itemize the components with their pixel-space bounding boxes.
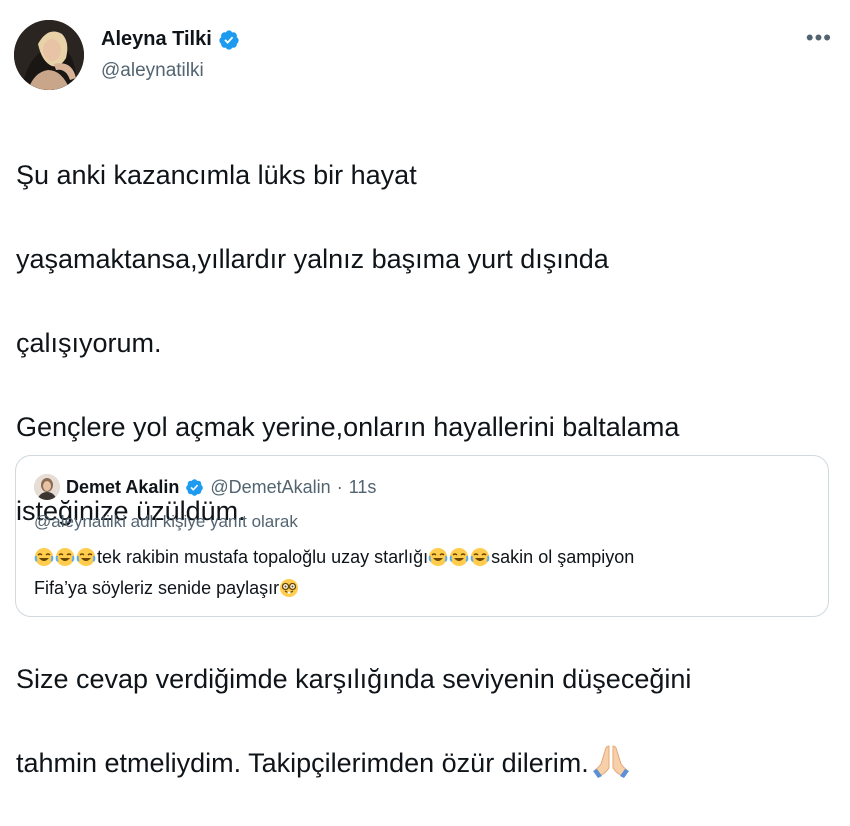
- quoted-timestamp[interactable]: 11s: [349, 477, 377, 498]
- quoted-line-2: Fifa’ya söyleriz senide paylaşır: [34, 573, 634, 604]
- quoted-tweet[interactable]: Demet Akalin @DemetAkalin · 11s @aleynat…: [15, 455, 829, 617]
- nerd-face-emoji-icon: [280, 579, 299, 597]
- quoted-line-2-text: Fifa’ya söyleriz senide paylaşır: [34, 578, 280, 598]
- quoted-avatar[interactable]: [34, 474, 60, 500]
- laughing-emoji-icon: [76, 548, 96, 566]
- quoted-verified-badge-icon: [186, 478, 204, 496]
- laughing-emoji-icon: [34, 548, 54, 566]
- quoted-tweet-text: tek rakibin mustafa topaloğlu uzay starl…: [34, 542, 634, 604]
- more-icon: •••: [805, 25, 832, 50]
- tweet-line: çalışıyorum.: [16, 328, 162, 358]
- author-name[interactable]: Aleyna Tilki: [101, 28, 212, 51]
- avatar[interactable]: [14, 20, 84, 90]
- quoted-author-handle[interactable]: @DemetAkalin: [210, 477, 330, 498]
- quoted-line-1-text: tek rakibin mustafa topaloğlu uzay starl…: [97, 547, 429, 567]
- separator-dot: ·: [336, 476, 343, 497]
- tweet-line: Şu anki kazancımla lüks bir hayat: [16, 160, 417, 190]
- quoted-author-name[interactable]: Demet Akalin: [66, 477, 179, 498]
- tweet-line-last: tahmin etmeliydim. Takipçilerimden özür …: [16, 742, 842, 784]
- more-options-button[interactable]: •••: [806, 25, 832, 51]
- tweet-line: yaşamaktansa,yıllardır yalnız başıma yur…: [16, 244, 609, 274]
- verified-badge-icon: [219, 29, 239, 50]
- quoted-line-1-tail: sakin ol şampiyon: [491, 547, 635, 567]
- laughing-emoji-icon: [449, 548, 469, 566]
- tweet-line: Size cevap verdiğimde karşılığında seviy…: [16, 664, 692, 694]
- folded-hands-icon: [592, 745, 629, 778]
- laughing-emoji-icon: [470, 548, 490, 566]
- author-handle[interactable]: @aleynatilki: [101, 60, 204, 82]
- laughing-emoji-icon: [428, 548, 448, 566]
- profile-photo: [14, 20, 84, 90]
- quoted-line-1: tek rakibin mustafa topaloğlu uzay starl…: [34, 542, 634, 573]
- quoted-tweet-header: Demet Akalin @DemetAkalin · 11s: [34, 474, 376, 500]
- quoted-profile-photo: [34, 474, 60, 500]
- author-name-row[interactable]: Aleyna Tilki: [101, 28, 240, 51]
- tweet-line-text: tahmin etmeliydim. Takipçilerimden özür …: [16, 748, 589, 778]
- tweet-line: Gençlere yol açmak yerine,onların hayall…: [16, 412, 680, 442]
- reply-context: @aleynatilki adlı kişiye yanıt olarak: [34, 512, 298, 531]
- laughing-emoji-icon: [55, 548, 75, 566]
